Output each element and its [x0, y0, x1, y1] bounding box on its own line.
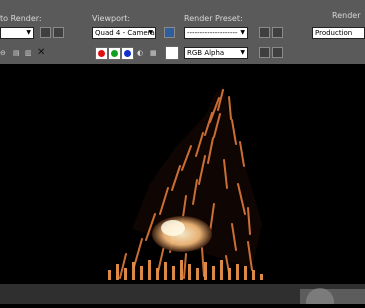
copy-icon[interactable]: ▤	[13, 49, 20, 57]
render-preset-label: Render Preset:	[184, 14, 243, 23]
color-swatch[interactable]	[165, 46, 179, 60]
auto-region-button[interactable]	[53, 27, 64, 38]
environment-effects-icon[interactable]	[272, 27, 283, 38]
lock-icon[interactable]	[164, 27, 175, 38]
toggle-ui-overlay-button[interactable]	[259, 47, 270, 58]
print-icon[interactable]: ▥	[25, 49, 32, 57]
status-bar	[0, 284, 365, 308]
blue-channel-icon	[124, 50, 131, 57]
green-channel-button[interactable]	[108, 47, 121, 60]
toggle-ui-button[interactable]	[272, 47, 283, 58]
chevron-down-icon: ▼	[26, 29, 31, 36]
channel-dropdown[interactable]: RGB Alpha ▼	[184, 47, 248, 59]
render-mode-dropdown[interactable]: Production	[312, 27, 365, 39]
render-canvas	[0, 64, 365, 284]
render-setup-icon[interactable]	[259, 27, 270, 38]
render-label: Render	[332, 11, 361, 20]
red-channel-button[interactable]	[95, 47, 108, 60]
blue-channel-button[interactable]	[121, 47, 134, 60]
viewport-label: Viewport:	[92, 14, 131, 23]
green-channel-icon	[111, 50, 118, 57]
save-icon[interactable]: ⊖	[0, 49, 6, 57]
alpha-channel-icon[interactable]: ◐	[137, 49, 143, 57]
area-to-render-label: to Render:	[0, 14, 42, 23]
close-icon[interactable]: ✕	[37, 47, 45, 58]
red-channel-icon	[98, 50, 105, 57]
render-mode-value: Production	[315, 29, 353, 37]
render-preset-value: --------------------	[187, 29, 238, 37]
chevron-down-icon: ▼	[240, 49, 245, 56]
channel-value: RGB Alpha	[187, 49, 225, 57]
chevron-down-icon: ▼	[240, 29, 245, 36]
fireworks-render-image	[108, 86, 263, 280]
viewport-value: Quad 4 - Camera01	[95, 29, 155, 37]
monochrome-icon[interactable]: ▦	[150, 49, 157, 57]
render-preset-dropdown[interactable]: -------------------- ▼	[184, 27, 248, 39]
chevron-down-icon: ▼	[148, 29, 153, 36]
render-frame-toolbar: to Render: ▼ Viewport: Quad 4 - Camera01…	[0, 0, 365, 65]
status-bar-decoration	[0, 284, 365, 308]
area-to-render-dropdown[interactable]: ▼	[0, 27, 34, 39]
viewport-dropdown[interactable]: Quad 4 - Camera01 ▼	[92, 27, 156, 39]
edit-region-button[interactable]	[40, 27, 51, 38]
